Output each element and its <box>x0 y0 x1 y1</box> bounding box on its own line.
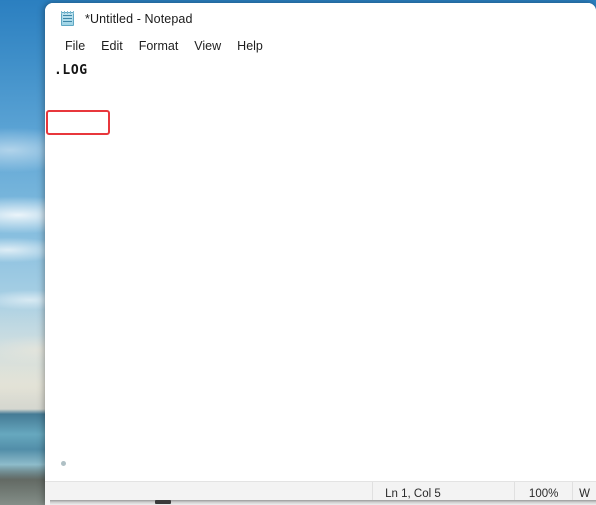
bottom-scrollbar-thumb[interactable] <box>155 500 171 504</box>
window-title: *Untitled - Notepad <box>85 11 193 26</box>
notepad-icon <box>60 10 76 27</box>
menu-bar: File Edit Format View Help <box>45 34 596 57</box>
menu-item-format[interactable]: Format <box>132 38 186 54</box>
text-editor[interactable]: .LOG <box>45 57 596 481</box>
menu-item-file[interactable]: File <box>58 38 92 54</box>
notepad-window: *Untitled - Notepad File Edit Format Vie… <box>45 3 596 505</box>
editor-content[interactable]: .LOG <box>54 63 88 78</box>
menu-item-help[interactable]: Help <box>230 38 270 54</box>
menu-item-edit[interactable]: Edit <box>94 38 130 54</box>
menu-item-view[interactable]: View <box>187 38 228 54</box>
cursor-artifact <box>61 461 66 466</box>
title-bar[interactable]: *Untitled - Notepad <box>45 3 596 34</box>
bottom-scrollbar[interactable] <box>50 500 596 505</box>
annotation-highlight-box <box>46 110 110 135</box>
